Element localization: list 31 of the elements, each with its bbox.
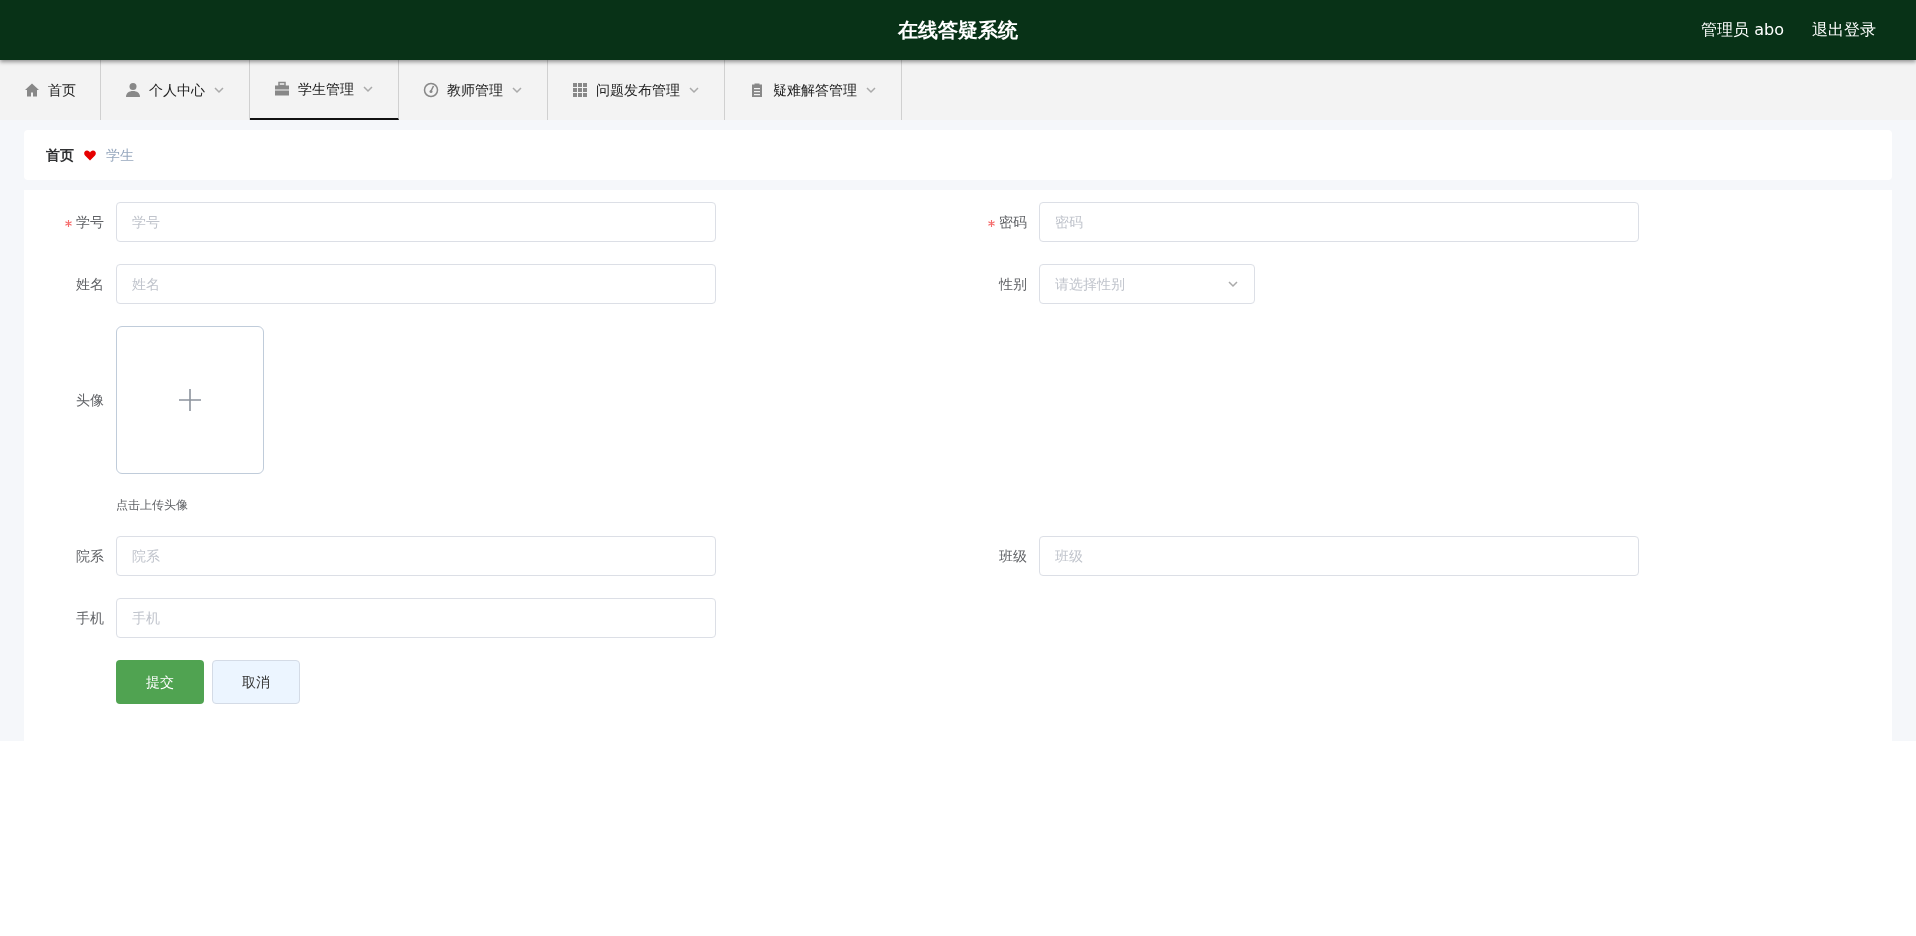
text-field[interactable]: 班级 [1039, 536, 1639, 576]
upload-hint: 点击上传头像 [116, 497, 189, 514]
grid-icon [572, 82, 588, 98]
field-label: 密码 [999, 214, 1027, 230]
field-label: 班级 [998, 547, 1028, 566]
text-field[interactable]: 学号 [116, 202, 716, 242]
text-field[interactable]: 手机 [116, 598, 716, 638]
chevron-down-icon [1227, 278, 1239, 290]
text-field[interactable]: 密码 [1039, 202, 1639, 242]
breadcrumb-item: 学生 [106, 145, 134, 165]
clipboard-icon [749, 82, 765, 98]
field-label: 头像 [75, 391, 105, 410]
app-title: 在线答疑系统 [898, 17, 1018, 44]
text-field[interactable]: 姓名 [116, 264, 716, 304]
heart-icon [84, 149, 96, 161]
gauge-icon [423, 82, 439, 98]
field-label: 姓名 [75, 275, 105, 294]
logout-link[interactable]: 退出登录 [1812, 18, 1876, 42]
cancel-button[interactable]: 取消 [212, 660, 300, 704]
field-label: 性别 [997, 275, 1028, 294]
field-label: 学号 [76, 214, 104, 230]
user-name: 管理员 abo [1701, 19, 1784, 41]
plus-icon [179, 389, 201, 411]
upload-button[interactable] [116, 326, 264, 474]
text-field[interactable]: 院系 [116, 536, 716, 576]
field-label: 手机 [75, 609, 105, 628]
person-icon [125, 82, 141, 98]
breadcrumb-item[interactable]: 首页 [46, 144, 74, 166]
field-label: 院系 [75, 547, 105, 566]
briefcase-icon [274, 81, 290, 97]
home-icon [24, 82, 40, 98]
